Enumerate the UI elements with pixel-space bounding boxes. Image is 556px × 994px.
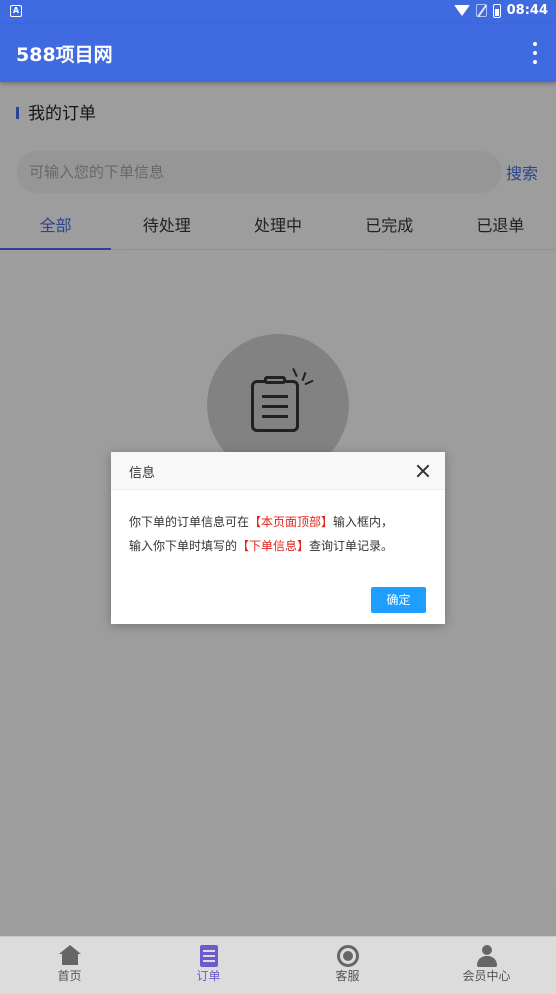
battery-icon [492, 3, 501, 18]
confirm-button[interactable]: 确定 [371, 587, 426, 613]
no-sim-icon [475, 4, 487, 17]
info-dialog: 信息 你下单的订单信息可在【本页面顶部】输入框内， 输入你下单时填写的【下单信息… [111, 452, 445, 624]
nav-home[interactable]: 首页 [0, 937, 139, 994]
dialog-line-1: 你下单的订单信息可在【本页面顶部】输入框内， [129, 515, 394, 529]
nav-customer-service[interactable]: 客服 [278, 937, 417, 994]
member-icon [476, 945, 498, 967]
status-time: 08:44 [506, 3, 548, 18]
app-title: 588项目网 [16, 44, 113, 66]
status-bar: A 08:44 [0, 0, 556, 24]
highlight-top-of-page: 【本页面顶部】 [249, 515, 334, 529]
dialog-line-2: 输入你下单时填写的【下单信息】查询订单记录。 [129, 539, 394, 553]
bottom-navigation: 首页 订单 客服 会员中心 [0, 936, 556, 994]
wifi-icon [453, 5, 470, 16]
dialog-header: 信息 [111, 452, 445, 490]
customer-service-icon [336, 945, 359, 967]
order-icon [199, 945, 218, 967]
home-icon [58, 945, 81, 965]
highlight-order-info: 【下单信息】 [237, 539, 310, 553]
nav-orders[interactable]: 订单 [139, 937, 278, 994]
dialog-title: 信息 [129, 466, 156, 481]
status-icons: 08:44 [453, 3, 548, 18]
app-notification-icon: A [10, 5, 22, 17]
app-bar: 588项目网 [0, 24, 556, 82]
dialog-message: 你下单的订单信息可在【本页面顶部】输入框内， 输入你下单时填写的【下单信息】查询… [129, 510, 429, 558]
nav-member-center[interactable]: 会员中心 [417, 937, 556, 994]
close-icon[interactable] [415, 463, 431, 479]
more-options-icon[interactable] [532, 42, 538, 64]
